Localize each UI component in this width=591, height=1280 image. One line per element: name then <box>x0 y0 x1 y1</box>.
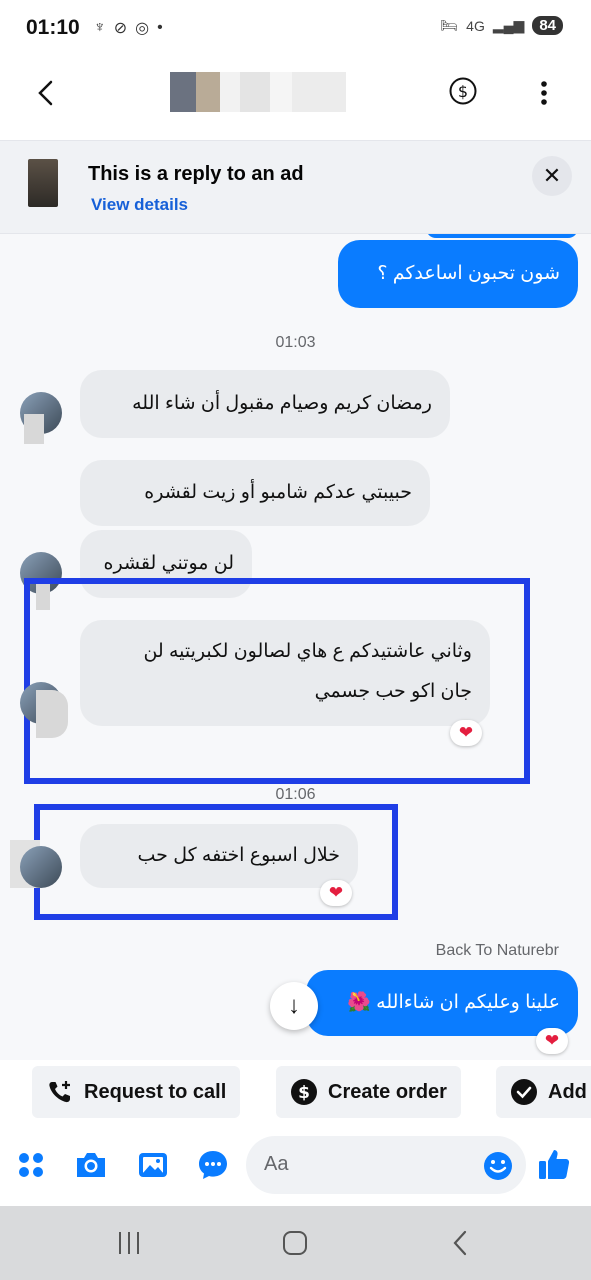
message-timestamp: 01:06 <box>275 786 316 803</box>
vertical-dots-icon[interactable] <box>532 78 556 108</box>
sync-icon: ⊘ <box>113 20 128 37</box>
camera-icon[interactable] <box>74 1148 108 1182</box>
dollar-circle-icon: $ <box>291 1079 317 1105</box>
message-bubble-outgoing[interactable]: شون تحبون اساعدكم ؟ <box>338 240 578 308</box>
create-order-button[interactable]: $ Create order <box>276 1066 461 1118</box>
message-bubble-outgoing[interactable]: علينا وعليكم ان شاءالله 🌺 <box>306 970 578 1036</box>
message-bubble-incoming[interactable]: حبيبتي عدكم شامبو أو زيت لقشره <box>80 460 430 526</box>
quick-action-label: Create order <box>328 1080 447 1103</box>
check-circle-icon <box>511 1079 537 1105</box>
close-icon[interactable]: ✕ <box>532 156 572 196</box>
apps-icon[interactable] <box>14 1148 48 1182</box>
image-icon[interactable] <box>136 1148 170 1182</box>
notification-icons: ♆ ⊘ ◎ • <box>94 18 163 38</box>
quick-action-label: Add <box>548 1080 587 1103</box>
message-bubble-incoming[interactable]: وثاني عاشتيدكم ع هاي لصالون لكبريتيه لن … <box>80 620 490 726</box>
message-line: جان اكو حب جسمي <box>314 681 472 702</box>
chevron-left-icon[interactable] <box>32 78 62 108</box>
message-list[interactable]: شون تحبون اساعدكم ؟ 01:03 رمضان كريم وصي… <box>0 234 591 1060</box>
system-icons: 🛏 4G ▂▄▆ 84 <box>440 16 563 35</box>
status-time: 01:10 <box>26 16 80 39</box>
heart-reaction-icon[interactable]: ❤ <box>320 880 352 906</box>
battery-badge: 84 <box>532 16 563 35</box>
thumbs-up-icon[interactable] <box>536 1146 572 1182</box>
recent-apps-icon[interactable] <box>114 1228 144 1258</box>
ad-reply-banner: This is a reply to an ad View details <box>0 140 591 234</box>
home-icon[interactable] <box>280 1228 310 1258</box>
view-details-link[interactable]: View details <box>91 195 188 215</box>
svg-text:$: $ <box>298 1083 310 1103</box>
status-bar: 01:10 ♆ ⊘ ◎ • 🛏 4G ▂▄▆ 84 <box>0 0 591 56</box>
network-label: 4G <box>466 17 485 34</box>
bed-icon: 🛏 <box>440 17 459 33</box>
arrow-down-icon[interactable]: ↓ <box>270 982 318 1030</box>
dot-icon: • <box>157 19 163 36</box>
phone-plus-icon <box>49 1081 70 1103</box>
request-to-call-button[interactable]: Request to call <box>32 1066 241 1118</box>
contact-name-redacted[interactable] <box>170 72 346 112</box>
notification-icon: ♆ <box>93 19 106 36</box>
sender-label: Back To Naturebr <box>435 942 559 959</box>
message-bubble-incoming[interactable]: رمضان كريم وصيام مقبول أن شاء الله <box>80 370 450 438</box>
whatsapp-icon: ◎ <box>135 20 150 37</box>
input-placeholder: Aa <box>264 1153 289 1175</box>
message-composer: Aa <box>0 1126 591 1206</box>
signal-icon: ▂▄▆ <box>492 17 525 33</box>
avatar[interactable] <box>20 846 62 888</box>
message-timestamp: 01:03 <box>275 334 316 351</box>
ad-banner-title: This is a reply to an ad <box>88 163 304 185</box>
message-line: وثاني عاشتيدكم ع هاي لصالون لكبريتيه لن <box>143 641 472 662</box>
back-nav-icon[interactable] <box>446 1228 476 1258</box>
conversation-header: $ <box>0 56 591 134</box>
dollar-circle-icon[interactable]: $ <box>448 76 478 106</box>
message-bubble-incoming[interactable]: خلال اسبوع اختفه كل حب <box>80 824 358 888</box>
svg-text:$: $ <box>458 82 468 101</box>
cut-off-bubble <box>426 234 578 238</box>
heart-reaction-icon[interactable]: ❤ <box>450 720 482 746</box>
quick-actions-bar: Request to call $ Create order Add <box>0 1064 591 1122</box>
add-button[interactable]: Add <box>496 1066 591 1118</box>
emoji-icon[interactable] <box>482 1150 514 1182</box>
system-nav-bar <box>0 1206 591 1280</box>
heart-reaction-icon[interactable]: ❤ <box>536 1028 568 1054</box>
quick-action-label: Request to call <box>84 1080 227 1103</box>
ad-thumbnail[interactable] <box>28 159 58 207</box>
chat-bubble-icon[interactable] <box>196 1148 230 1182</box>
message-input[interactable]: Aa <box>246 1136 526 1194</box>
